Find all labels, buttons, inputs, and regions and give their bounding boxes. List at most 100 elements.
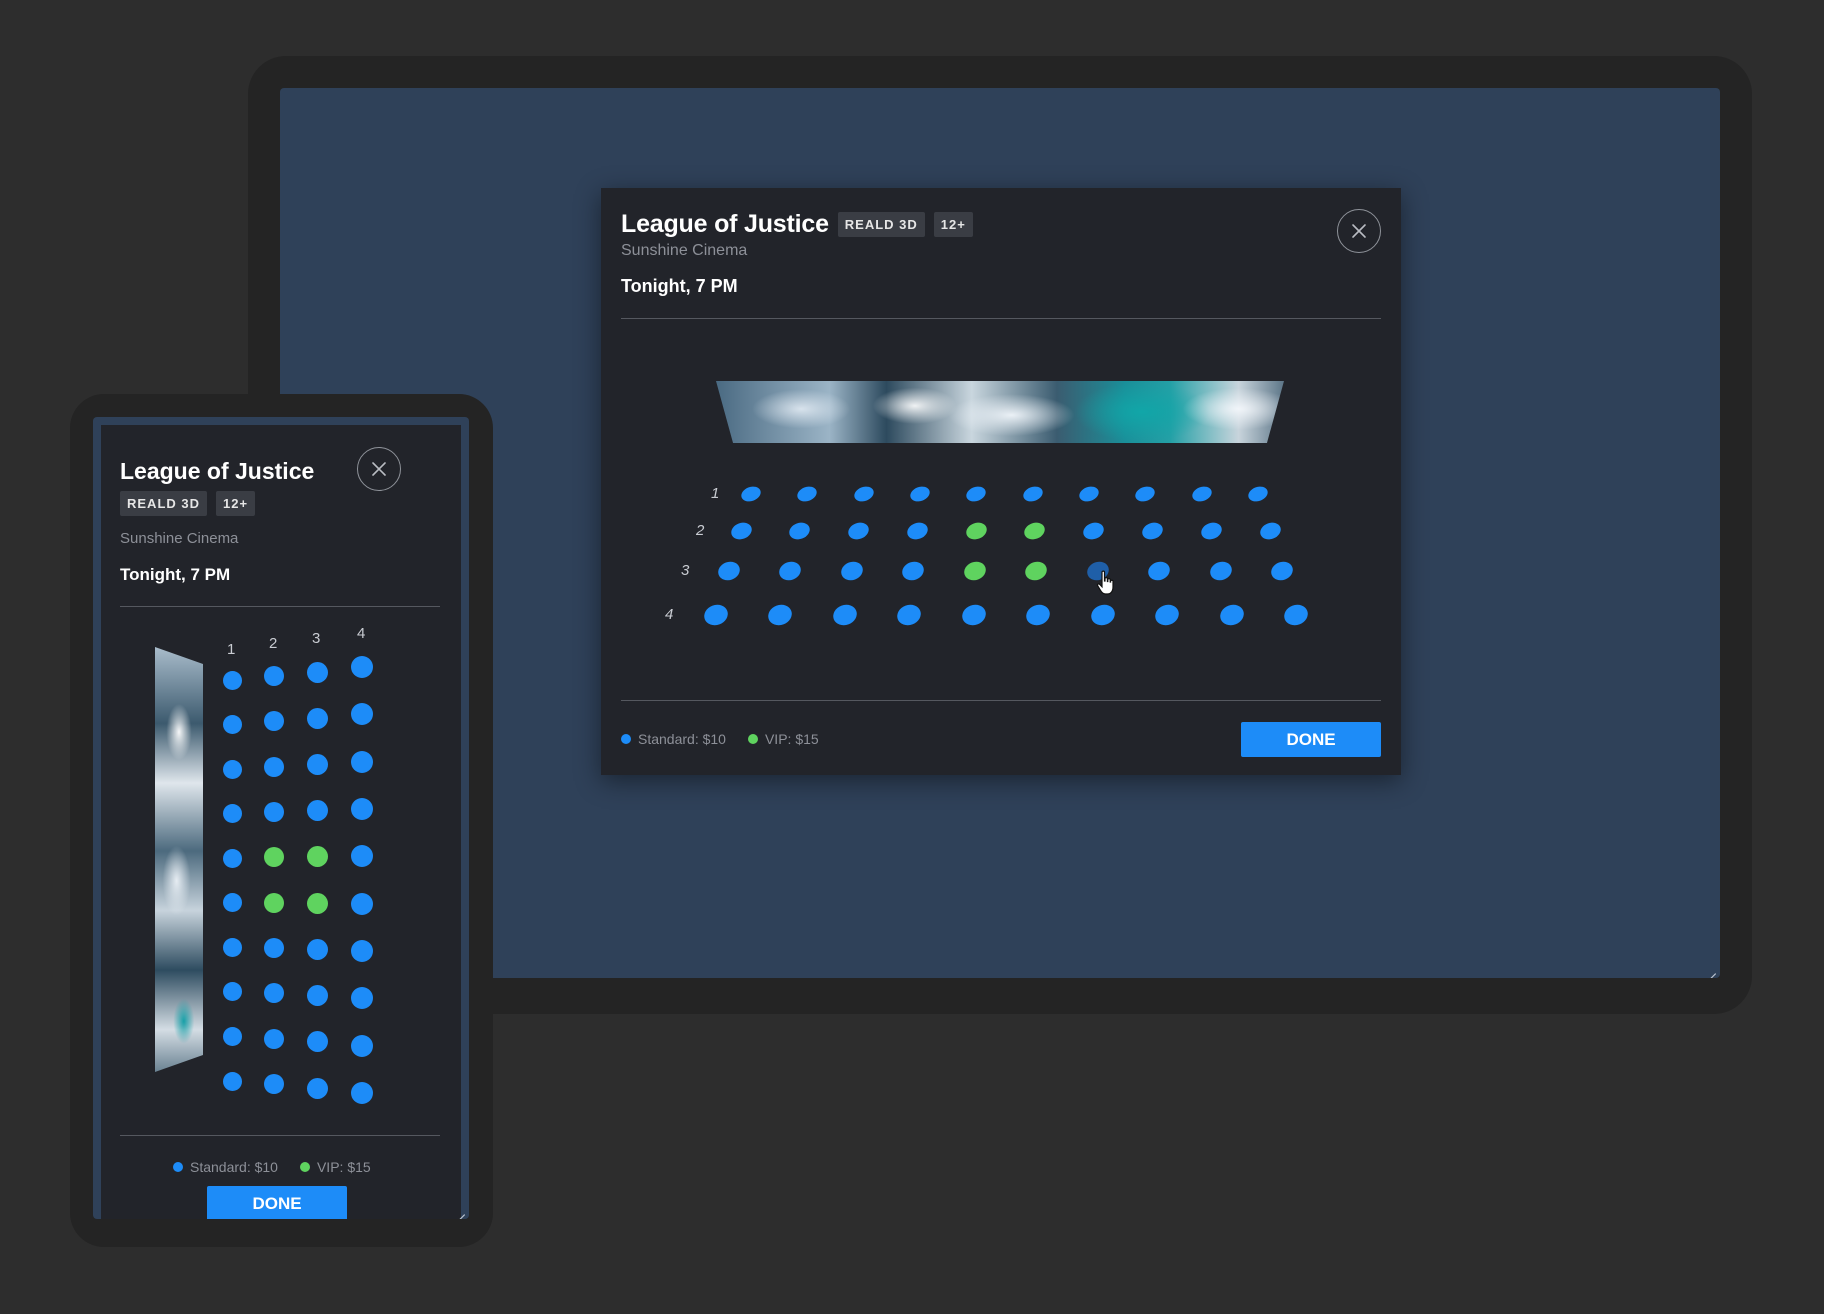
age-rating-badge: 12+ [216, 491, 256, 516]
seat-standard[interactable] [351, 1034, 373, 1057]
seat-vip[interactable] [1022, 558, 1050, 584]
close-button[interactable] [1337, 209, 1381, 253]
seat-standard[interactable] [1198, 519, 1224, 543]
resize-grip-icon[interactable] [1704, 962, 1716, 974]
done-button[interactable]: DONE [207, 1186, 347, 1219]
seat-standard[interactable] [894, 601, 925, 629]
seat-standard[interactable] [1207, 558, 1234, 584]
seat-standard[interactable] [908, 484, 932, 504]
close-button[interactable] [357, 447, 401, 491]
seat-standard[interactable] [838, 558, 866, 584]
seat-standard[interactable] [306, 985, 328, 1007]
seat-standard[interactable] [728, 519, 754, 543]
price-legend: Standard: $10 VIP: $15 [621, 731, 819, 747]
seat-standard[interactable] [851, 484, 876, 504]
seat-standard[interactable] [959, 601, 989, 629]
seat-standard[interactable] [306, 1077, 328, 1099]
seat-standard[interactable] [306, 1031, 328, 1053]
seat-standard[interactable] [306, 938, 328, 960]
seat-standard[interactable] [1152, 601, 1182, 629]
done-button[interactable]: DONE [1241, 722, 1381, 757]
seat-vip[interactable] [264, 892, 284, 913]
seat-standard[interactable] [222, 715, 242, 735]
seat-standard[interactable] [351, 845, 373, 868]
seat-standard[interactable] [1268, 558, 1296, 584]
seat-standard[interactable] [1087, 601, 1118, 629]
seat-standard[interactable] [1023, 601, 1053, 629]
seat-standard[interactable] [264, 983, 284, 1004]
seat-standard[interactable] [739, 484, 763, 504]
seat-standard[interactable] [351, 703, 373, 726]
seat-standard[interactable] [765, 601, 796, 629]
cinema-name: Sunshine Cinema [621, 242, 748, 259]
seat-standard[interactable] [777, 558, 804, 584]
seat-standard[interactable] [1145, 558, 1173, 584]
seat-vip[interactable] [1022, 519, 1048, 543]
seat-standard[interactable] [264, 938, 284, 958]
seat-standard[interactable] [1139, 519, 1166, 543]
seat-standard[interactable] [222, 848, 242, 868]
seat-standard[interactable] [306, 707, 328, 729]
seat-vip[interactable] [264, 847, 284, 868]
seat-standard[interactable] [264, 756, 284, 777]
seat-standard[interactable] [222, 1026, 242, 1046]
cinema-screen [716, 381, 1284, 443]
footer-divider [621, 700, 1381, 701]
seat-standard[interactable] [264, 666, 284, 686]
movie-title: League of Justice [120, 458, 315, 484]
standard-dot-icon [173, 1162, 183, 1172]
price-legend: Standard: $10 VIP: $15 [173, 1159, 371, 1175]
seat-standard[interactable] [830, 601, 860, 629]
seat-vip[interactable] [963, 519, 989, 543]
seat-standard[interactable] [701, 601, 731, 629]
seat-standard[interactable] [904, 519, 930, 543]
seat-standard[interactable] [1133, 484, 1158, 504]
resize-grip-icon[interactable] [453, 1203, 465, 1215]
seat-vip[interactable] [961, 558, 989, 584]
seat-standard[interactable] [1077, 484, 1101, 504]
seat-standard[interactable] [715, 558, 743, 584]
modal-header: League of Justice REALD 3D 12+ [621, 210, 973, 239]
seat-standard[interactable] [1020, 484, 1045, 504]
seat-standard[interactable] [845, 519, 872, 543]
seat-vip[interactable] [306, 846, 328, 868]
seat-standard[interactable] [964, 484, 989, 504]
cinema-screen [155, 647, 203, 1072]
seat-standard[interactable] [222, 759, 242, 779]
seat-standard[interactable] [222, 937, 242, 957]
seat-standard[interactable] [222, 804, 242, 824]
movie-title: League of Justice [621, 210, 829, 238]
seat-standard[interactable] [306, 661, 328, 683]
seat-standard[interactable] [264, 711, 284, 732]
seat-standard[interactable] [351, 940, 373, 962]
legend-standard: Standard: $10 [173, 1159, 278, 1175]
seat-standard[interactable] [351, 656, 373, 678]
seat-standard[interactable] [222, 670, 242, 690]
seat-standard[interactable] [1281, 601, 1311, 629]
seat-standard[interactable] [222, 1071, 242, 1091]
seat-standard[interactable] [1257, 519, 1283, 543]
hand-pointer-icon [1096, 570, 1114, 595]
seat-standard[interactable] [306, 753, 328, 775]
seat-standard[interactable] [1081, 519, 1107, 543]
seat-standard[interactable] [1246, 484, 1270, 504]
seat-standard[interactable] [795, 484, 820, 504]
seat-standard[interactable] [222, 982, 242, 1002]
seat-standard[interactable] [787, 519, 813, 543]
seat-standard[interactable] [351, 892, 373, 915]
seat-standard[interactable] [222, 893, 242, 913]
seat-standard[interactable] [264, 802, 284, 822]
seat-vip[interactable] [306, 892, 328, 914]
seat-standard[interactable] [1216, 601, 1247, 629]
seat-standard[interactable] [351, 1082, 373, 1104]
seat-standard[interactable] [1189, 484, 1214, 504]
showtime: Tonight, 7 PM [621, 276, 738, 296]
seat-standard[interactable] [351, 750, 373, 773]
seat-standard[interactable] [351, 987, 373, 1010]
seat-standard[interactable] [306, 800, 328, 822]
seat-standard[interactable] [264, 1074, 284, 1094]
seat-standard[interactable] [899, 558, 927, 584]
seat-standard[interactable] [264, 1028, 284, 1049]
seat-standard[interactable] [351, 798, 373, 820]
row-label: 1 [227, 641, 236, 658]
